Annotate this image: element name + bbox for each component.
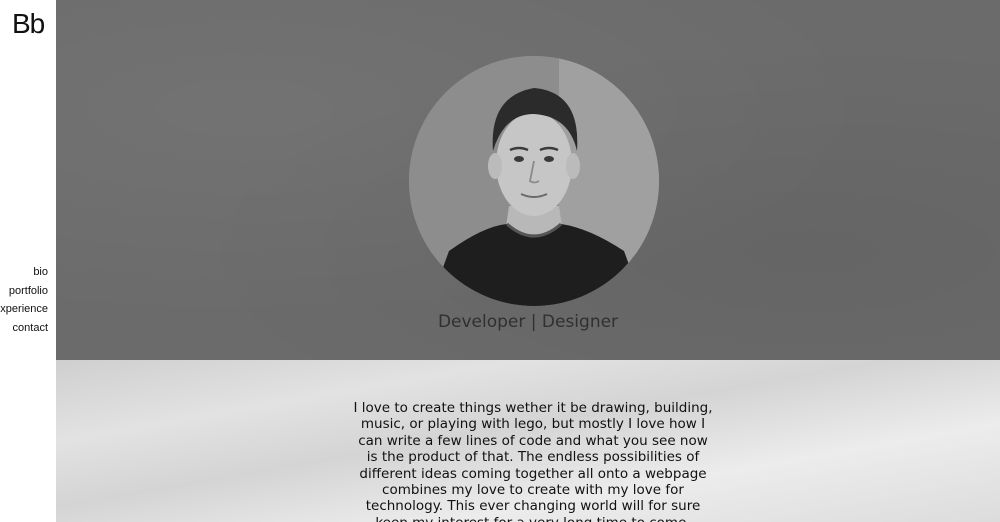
hero-tagline: Developer | Designer: [437, 312, 619, 332]
nav-item-experience[interactable]: experience: [0, 300, 48, 319]
profile-photo-illustration: [409, 56, 659, 306]
nav-menu: bio portfolio experience contact: [0, 263, 48, 337]
site-logo[interactable]: Bb: [12, 8, 45, 40]
bio-paragraph: I love to create things wether it be dra…: [353, 400, 713, 522]
sidebar: Bb bio portfolio experience contact: [0, 0, 56, 522]
nav-item-bio[interactable]: bio: [0, 263, 48, 282]
hero-section: Developer | Designer: [56, 0, 1000, 360]
profile-photo: [409, 56, 659, 306]
nav-item-portfolio[interactable]: portfolio: [0, 282, 48, 301]
bio-section: I love to create things wether it be dra…: [56, 360, 1000, 522]
nav-item-contact[interactable]: contact: [0, 319, 48, 338]
